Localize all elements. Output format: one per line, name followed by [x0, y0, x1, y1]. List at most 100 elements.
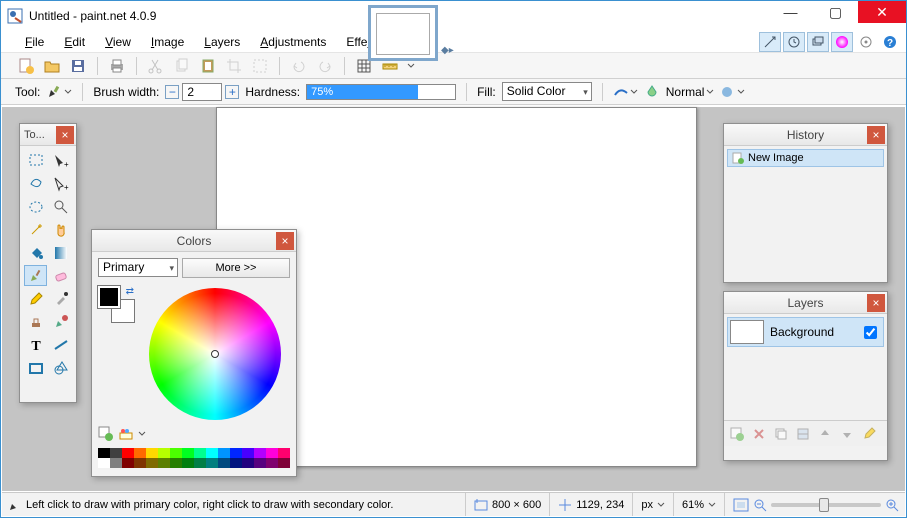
colors-panel-close[interactable]: × [276, 232, 294, 250]
add-palette-color[interactable] [98, 426, 114, 442]
crop-button[interactable] [223, 55, 245, 77]
tool-chooser[interactable] [46, 84, 72, 100]
palette-swatch[interactable] [206, 448, 218, 458]
palette-swatch[interactable] [122, 458, 134, 468]
palette-swatch[interactable] [254, 458, 266, 468]
palette-swatch[interactable] [266, 448, 278, 458]
tool-paintbrush[interactable] [24, 265, 47, 286]
palette-swatch[interactable] [134, 458, 146, 468]
copy-button[interactable] [171, 55, 193, 77]
tool-eraser[interactable] [49, 265, 72, 286]
status-unit[interactable]: px [641, 499, 653, 511]
overwrite-button[interactable] [720, 85, 745, 99]
tool-zoom[interactable] [49, 196, 72, 217]
palette-dropdown[interactable] [138, 430, 146, 438]
palette-swatch[interactable] [146, 448, 158, 458]
open-button[interactable] [41, 55, 63, 77]
palette-swatch[interactable] [122, 448, 134, 458]
add-layer-button[interactable] [728, 425, 746, 443]
tool-clone-stamp[interactable] [24, 311, 47, 332]
print-button[interactable] [106, 55, 128, 77]
new-button[interactable] [15, 55, 37, 77]
maximize-button[interactable]: ▢ [813, 1, 858, 23]
tool-shapes-rect[interactable] [24, 357, 47, 378]
layer-visible-checkbox[interactable] [864, 326, 877, 339]
brush-width-increase[interactable]: + [225, 85, 239, 99]
primary-color-swatch[interactable] [98, 286, 120, 308]
history-item[interactable]: New Image [727, 149, 884, 167]
palette-swatch[interactable] [110, 458, 122, 468]
brush-width-input[interactable] [182, 83, 222, 101]
palette-swatch[interactable] [230, 458, 242, 468]
save-button[interactable] [67, 55, 89, 77]
zoom-in-button[interactable] [885, 498, 899, 512]
palette-swatch[interactable] [194, 448, 206, 458]
palette-swatch[interactable] [158, 458, 170, 468]
color-palette[interactable] [98, 448, 290, 468]
move-up-button[interactable] [816, 425, 834, 443]
colors-more-button[interactable]: More >> [182, 258, 290, 278]
fill-combo[interactable]: Solid Color [502, 82, 592, 101]
palette-manage[interactable] [118, 426, 134, 442]
antialias-button[interactable] [613, 85, 638, 99]
deselect-button[interactable] [249, 55, 271, 77]
zoom-slider[interactable] [771, 503, 881, 507]
palette-swatch[interactable] [170, 458, 182, 468]
palette-swatch[interactable] [278, 448, 290, 458]
menu-image[interactable]: Image [143, 33, 192, 51]
tool-lasso-select[interactable] [24, 173, 47, 194]
duplicate-layer-button[interactable] [772, 425, 790, 443]
blend-icon[interactable] [644, 84, 660, 100]
menu-edit[interactable]: Edit [56, 33, 93, 51]
tool-paint-bucket[interactable] [24, 242, 47, 263]
zoom-out-button[interactable] [753, 498, 767, 512]
palette-swatch[interactable] [278, 458, 290, 468]
palette-swatch[interactable] [110, 448, 122, 458]
blend-mode-combo[interactable]: Normal [666, 85, 715, 99]
palette-swatch[interactable] [158, 448, 170, 458]
move-down-button[interactable] [838, 425, 856, 443]
tool-magic-wand[interactable] [24, 219, 47, 240]
palette-swatch[interactable] [266, 458, 278, 468]
tool-text[interactable]: T [24, 334, 47, 355]
palette-swatch[interactable] [218, 448, 230, 458]
tool-move-selection[interactable]: + [49, 150, 72, 171]
hardness-slider[interactable]: 75% [306, 84, 456, 100]
palette-swatch[interactable] [242, 448, 254, 458]
tool-pencil[interactable] [24, 288, 47, 309]
tool-line[interactable] [49, 334, 72, 355]
redo-button[interactable] [314, 55, 336, 77]
palette-swatch[interactable] [206, 458, 218, 468]
tool-color-picker[interactable] [49, 288, 72, 309]
layer-properties-button[interactable] [860, 425, 878, 443]
history-window-toggle[interactable] [783, 32, 805, 52]
colors-window-toggle[interactable] [831, 32, 853, 52]
document-thumbnail[interactable] [368, 5, 438, 61]
layer-row[interactable]: Background [727, 317, 884, 347]
palette-swatch[interactable] [242, 458, 254, 468]
palette-swatch[interactable] [218, 458, 230, 468]
palette-swatch[interactable] [194, 458, 206, 468]
merge-down-button[interactable] [794, 425, 812, 443]
color-which-combo[interactable]: Primary [98, 258, 178, 277]
tools-window-toggle[interactable] [759, 32, 781, 52]
menu-layers[interactable]: Layers [196, 33, 248, 51]
menu-adjustments[interactable]: Adjustments [252, 33, 334, 51]
tool-gradient[interactable] [49, 242, 72, 263]
palette-swatch[interactable] [146, 458, 158, 468]
palette-swatch[interactable] [98, 458, 110, 468]
cut-button[interactable] [145, 55, 167, 77]
help-button[interactable]: ? [879, 32, 901, 52]
palette-swatch[interactable] [254, 448, 266, 458]
tool-ellipse-select[interactable] [24, 196, 47, 217]
tool-shapes[interactable] [49, 357, 72, 378]
tool-rectangle-select[interactable] [24, 150, 47, 171]
zoom-fit-button[interactable] [733, 498, 749, 512]
palette-swatch[interactable] [170, 448, 182, 458]
color-wheel[interactable] [149, 288, 281, 420]
tools-panel-close[interactable]: × [56, 126, 74, 144]
close-button[interactable]: ✕ [858, 1, 906, 23]
palette-swatch[interactable] [182, 458, 194, 468]
menu-file[interactable]: File [17, 33, 52, 51]
palette-swatch[interactable] [182, 448, 194, 458]
